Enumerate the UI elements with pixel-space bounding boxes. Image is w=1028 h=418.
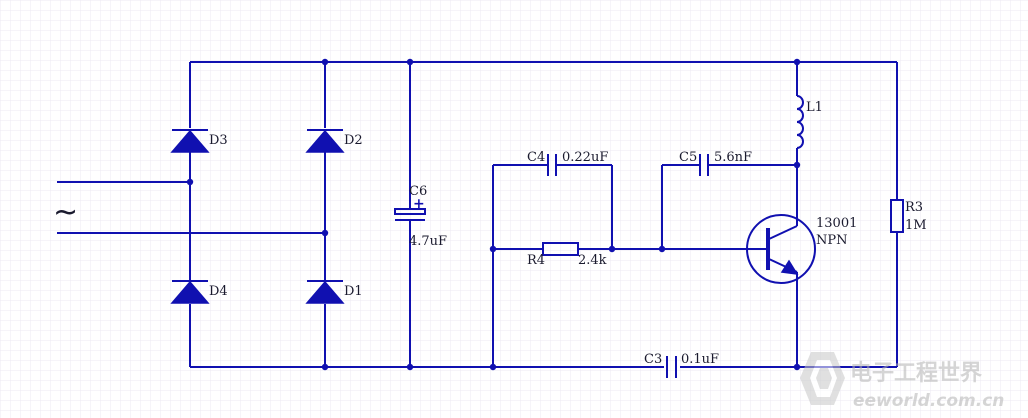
junction-dot: [406, 58, 414, 66]
inductor-l1-label: L1: [806, 100, 823, 115]
capacitor-c6-polarity: +: [413, 196, 425, 212]
watermark-title: 电子工程世界: [850, 361, 982, 386]
watermark-url: eeworld.com.cn: [853, 391, 1004, 411]
capacitor-c3-label: C3: [644, 352, 662, 367]
junction-dot: [608, 245, 616, 253]
diode-d3-label: D3: [209, 133, 228, 148]
resistor-r3-label: R3: [905, 200, 923, 215]
junction-dot: [321, 58, 329, 66]
diode-d4-label: D4: [209, 284, 228, 299]
capacitor-c3-value: 0.1uF: [681, 352, 719, 367]
junction-dot: [489, 363, 497, 371]
junction-dot: [321, 363, 329, 371]
junction-dot: [793, 363, 801, 371]
transistor-type: NPN: [816, 233, 848, 248]
junction-dot: [406, 363, 414, 371]
ac-source-symbol: ~: [53, 195, 78, 230]
resistor-r3-value: 1M: [905, 218, 927, 233]
diode-d2-label: D2: [344, 133, 363, 148]
resistor-r4-label: R4: [527, 253, 545, 268]
junction-dot: [793, 161, 801, 169]
capacitor-c5-label: C5: [679, 150, 697, 165]
watermark: 电子工程世界 eeworld.com.cn: [800, 352, 1004, 411]
capacitor-c4-value: 0.22uF: [562, 150, 608, 165]
transistor-part-number: 13001: [816, 216, 857, 231]
capacitor-c5-value: 5.6nF: [714, 150, 752, 165]
junction-dot: [489, 245, 497, 253]
circuit-schematic: ~ D3 D2 D4 D1 C6 + 4.7uF C4 0.22uF C5 5.…: [0, 0, 1028, 418]
junction-dot: [793, 58, 801, 66]
capacitor-c4-label: C4: [527, 150, 545, 165]
resistor-r4-value: 2.4k: [578, 253, 607, 268]
capacitor-c6-value: 4.7uF: [409, 234, 447, 249]
junction-dot: [658, 245, 666, 253]
diode-d1-label: D1: [344, 284, 363, 299]
junction-dot: [186, 178, 194, 186]
junction-dot: [321, 229, 329, 237]
